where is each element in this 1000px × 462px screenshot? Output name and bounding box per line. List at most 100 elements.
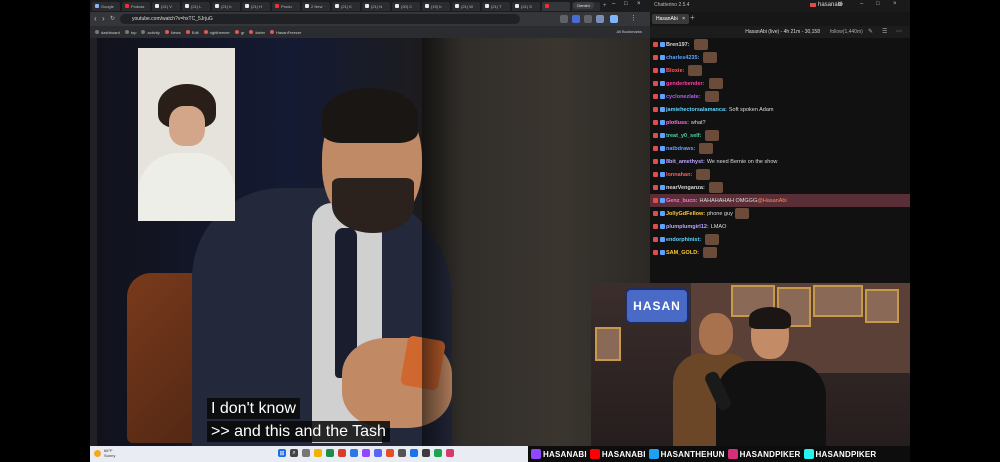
browser-tab[interactable] (542, 1, 570, 11)
app-icon[interactable] (422, 449, 430, 457)
new-tab-icon[interactable]: + (603, 3, 607, 9)
chat-username[interactable]: nearVenganza: (666, 185, 705, 191)
all-bookmarks-link[interactable]: All Bookmarks (616, 29, 642, 34)
maximize-icon[interactable]: □ (876, 1, 880, 7)
browser-tab[interactable]: Google (92, 1, 120, 11)
browser-tab[interactable]: 2 New (302, 1, 330, 11)
chat-username[interactable]: Bren197: (666, 42, 690, 48)
extension-icon[interactable] (572, 15, 580, 23)
more-icon[interactable]: ⋯ (896, 28, 902, 35)
chat-message[interactable]: genderbender: (650, 77, 910, 90)
bookmark-item[interactable]: News (164, 30, 181, 35)
bookmark-item[interactable]: top (124, 30, 136, 35)
chat-username[interactable]: jamiehectorsalamanca: (666, 107, 727, 113)
chat-username[interactable]: plotluss: (666, 120, 689, 126)
browser-tab[interactable]: (21) S (512, 1, 540, 11)
minimize-icon[interactable]: – (612, 1, 615, 7)
forward-icon[interactable]: › (102, 14, 105, 23)
browser-tab[interactable]: (21) W (452, 1, 480, 11)
twitch-app-icon[interactable] (362, 449, 370, 457)
chat-message[interactable]: natbdraws: (650, 142, 910, 155)
chat-message[interactable]: SAM_GOLD: (650, 246, 910, 259)
extension-icon[interactable] (584, 15, 592, 23)
chat-message[interactable]: jamiehectorsalamanca: Soft spoken Adam (650, 103, 910, 116)
chat-username[interactable]: plumplumgirl12: (666, 224, 709, 230)
bookmark-item[interactable]: gr (234, 30, 244, 35)
chat-message[interactable]: charles4235: (650, 51, 910, 64)
chat-message[interactable]: plotluss: what? (650, 116, 910, 129)
chat-message[interactable]: lonnahan: (650, 168, 910, 181)
chat-username[interactable]: cyclonezlate: (666, 94, 701, 100)
bookmark-item[interactable]: dashboard (95, 30, 120, 35)
reload-icon[interactable]: ↻ (110, 15, 115, 22)
app-icon[interactable] (386, 449, 394, 457)
chat-username[interactable]: endorphinist: (666, 237, 701, 243)
profile-icon[interactable] (610, 15, 618, 23)
chat-username[interactable]: JollyGdFellow: (666, 211, 705, 217)
close-icon[interactable]: × (637, 1, 641, 7)
chat-username[interactable]: lonnahan: (666, 172, 692, 178)
app-icon[interactable] (350, 449, 358, 457)
browser-tab[interactable]: (21) H (242, 1, 270, 11)
add-tab-icon[interactable]: + (690, 13, 695, 22)
chat-username[interactable]: treat_y0_self: (666, 133, 701, 139)
settings-gear-icon[interactable]: ⚙ (838, 1, 843, 8)
app-icon[interactable] (434, 449, 442, 457)
chat-message[interactable]: Bren197: (650, 38, 910, 51)
browser-tab[interactable]: (21) N (362, 1, 390, 11)
close-icon[interactable]: × (893, 1, 897, 7)
chat-message[interactable]: Genz_bucn: HAHAHAHAH OMGGG @HasanAbi (650, 194, 910, 207)
chat-message[interactable]: nearVenganza: (650, 181, 910, 194)
chat-username[interactable]: Bloxie: (666, 68, 684, 74)
chat-username[interactable]: SAM_GOLD: (666, 250, 699, 256)
browser-tab[interactable]: Produ (272, 1, 300, 11)
weather-widget[interactable]: 66°F Sunny (94, 448, 115, 458)
chat-username[interactable]: natbdraws: (666, 146, 695, 152)
minimize-icon[interactable]: – (860, 1, 863, 7)
browser-tab[interactable]: Podcas (122, 1, 150, 11)
maximize-icon[interactable]: □ (624, 1, 628, 7)
chrome-icon[interactable] (338, 449, 346, 457)
menu-icon[interactable]: ⋮ (630, 14, 637, 22)
address-bar[interactable]: youtube.com/watch?v=hxTC_5JrjuG (120, 14, 520, 24)
browser-tab[interactable]: (21) h (212, 1, 240, 11)
chat-message[interactable]: cyclonezlate: (650, 90, 910, 103)
edit-icon[interactable]: ✎ (868, 28, 873, 35)
app-icon[interactable] (326, 449, 334, 457)
back-icon[interactable]: ‹ (94, 14, 97, 23)
close-tab-icon[interactable]: × (682, 16, 685, 22)
chat-username[interactable]: charles4235: (666, 55, 699, 61)
chat-message[interactable]: 8bit_amethyst: We need Bernie on the show (650, 155, 910, 168)
gemini-button[interactable]: Gemini (573, 2, 594, 9)
browser-tab[interactable]: (21) K (332, 1, 360, 11)
users-icon[interactable]: ☰ (882, 28, 887, 35)
extension-icon[interactable] (560, 15, 568, 23)
bookmark-item[interactable]: activity (141, 30, 160, 35)
file-explorer-icon[interactable] (314, 449, 322, 457)
browser-tab[interactable]: (20) C (392, 1, 420, 11)
app-icon[interactable] (398, 449, 406, 457)
chat-message[interactable]: plumplumgirl12: LMAO (650, 220, 910, 233)
chat-username[interactable]: Genz_bucn: (666, 198, 697, 204)
start-icon[interactable]: ⊞ (278, 449, 286, 457)
discord-icon[interactable] (374, 449, 382, 457)
chat-message[interactable]: endorphinist: (650, 233, 910, 246)
bookmark-item[interactable]: rightheener (203, 30, 230, 35)
follow-mode[interactable]: follow(1,440m) (830, 29, 863, 35)
browser-tab[interactable]: (21) V (152, 1, 180, 11)
bookmark-item[interactable]: Edit (185, 30, 199, 35)
app-icon[interactable] (446, 449, 454, 457)
chat-mention[interactable]: @HasanAbi (757, 198, 786, 204)
task-view-icon[interactable] (302, 449, 310, 457)
chat-message[interactable]: Bloxie: (650, 64, 910, 77)
chat-message[interactable]: treat_y0_self: (650, 129, 910, 142)
search-icon[interactable]: ⌕ (290, 449, 298, 457)
tab-hasanabi[interactable]: HasanAbi × (652, 14, 689, 24)
video-player[interactable] (97, 38, 650, 446)
chat-username[interactable]: genderbender: (666, 81, 705, 87)
browser-tab[interactable]: (21) T (482, 1, 510, 11)
chat-message-list[interactable]: Bren197: charles4235: Bloxie: genderbender:… (650, 38, 910, 285)
chat-username[interactable]: 8bit_amethyst: (666, 159, 705, 165)
profile-avatar-icon[interactable] (596, 15, 604, 23)
bookmark-item[interactable]: kieler (249, 30, 265, 35)
